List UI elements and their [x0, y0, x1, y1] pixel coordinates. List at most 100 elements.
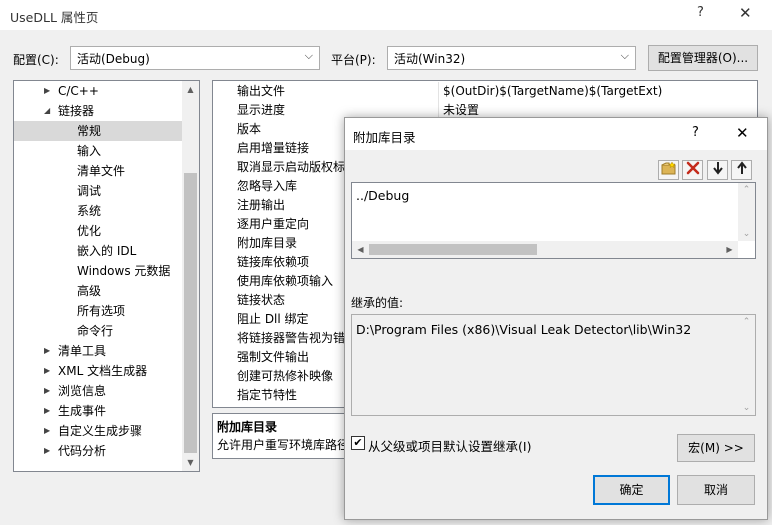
tree-expander-icon[interactable]: ▶ — [44, 361, 50, 381]
list-hscroll-thumb[interactable] — [369, 244, 537, 255]
scroll-down-icon[interactable]: ▼ — [182, 454, 199, 471]
checkmark-icon: ✔ — [353, 436, 363, 449]
property-name: 使用库依赖项输入 — [237, 274, 334, 288]
help-button[interactable]: ? — [697, 5, 704, 20]
tree-item[interactable]: 输入 — [14, 141, 182, 161]
property-row[interactable]: 输出文件 $(OutDir)$(TargetName)$(TargetExt) — [213, 82, 757, 101]
config-manager-button[interactable]: 配置管理器(O)... — [648, 45, 758, 71]
tree-item-label: 链接器 — [58, 104, 95, 118]
tree-item[interactable]: 系统 — [14, 201, 182, 221]
macro-button[interactable]: 宏(M) >> — [677, 434, 755, 462]
tree-item-label: 清单工具 — [58, 344, 107, 358]
scroll-right-icon[interactable]: ▶ — [721, 241, 738, 258]
tree-item[interactable]: 优化 — [14, 221, 182, 241]
tree-item[interactable]: 常规 — [14, 121, 182, 141]
dialog-help-button[interactable]: ? — [692, 125, 699, 140]
chevron-down-icon: ⌵ — [620, 49, 629, 62]
tree-item[interactable]: 嵌入的 IDL — [14, 241, 182, 261]
tree-item-label: XML 文档生成器 — [58, 364, 148, 378]
delete-button[interactable] — [682, 160, 703, 180]
property-name: 阻止 Dll 绑定 — [237, 312, 309, 326]
platform-label: 平台(P): — [331, 53, 376, 67]
window-title: UseDLL 属性页 — [10, 10, 99, 25]
directory-list[interactable]: ../Debug ⌃ ⌄ ◀ ▶ — [351, 182, 756, 259]
property-name: 强制文件输出 — [237, 350, 310, 364]
tree-scrollbar[interactable]: ▲ ▼ — [182, 81, 199, 471]
tree-item[interactable]: ▶ 清单工具 — [14, 341, 182, 361]
tree-expander-icon[interactable]: ▶ — [44, 401, 50, 421]
tree-expander-icon[interactable]: ▶ — [44, 81, 50, 101]
chevron-down-icon[interactable]: ⌄ — [738, 403, 755, 413]
description-heading: 附加库目录 — [217, 420, 278, 434]
ok-button[interactable]: 确定 — [593, 475, 670, 505]
column-divider — [438, 82, 439, 101]
platform-combo[interactable]: 活动(Win32) ⌵ — [387, 46, 636, 70]
tree-item-label: 代码分析 — [58, 444, 107, 458]
chevron-down-icon: ⌵ — [304, 49, 313, 62]
tree-expander-icon[interactable]: ▶ — [44, 441, 50, 461]
tree-expander-icon[interactable]: ▶ — [44, 381, 50, 401]
tree-item[interactable]: 清单文件 — [14, 161, 182, 181]
new-line-button[interactable] — [658, 160, 679, 180]
scroll-left-icon[interactable]: ◀ — [352, 241, 369, 258]
tree-item[interactable]: ▶ C/C++ — [14, 81, 182, 101]
tree-item[interactable]: ▶ 自定义生成步骤 — [14, 421, 182, 441]
tree-item-label: C/C++ — [58, 84, 99, 98]
inherit-checkbox-label[interactable]: 从父级或项目默认设置继承(I) — [368, 436, 531, 455]
description-text: 允许用户重写环境库路径 — [217, 438, 350, 452]
property-name: 版本 — [237, 122, 262, 136]
move-down-button[interactable] — [707, 160, 728, 180]
window-title-bar: UseDLL 属性页 ? ✕ — [0, 0, 772, 30]
move-up-icon — [736, 161, 747, 174]
tree-item[interactable]: ▶ 代码分析 — [14, 441, 182, 461]
tree-expander-icon[interactable]: ◢ — [44, 101, 50, 121]
tree-item-label: 常规 — [77, 124, 102, 138]
config-label: 配置(C): — [13, 53, 59, 67]
property-name: 忽略导入库 — [237, 179, 298, 193]
list-vscrollbar[interactable]: ⌃ ⌄ — [738, 183, 755, 241]
tree-item[interactable]: ▶ 生成事件 — [14, 401, 182, 421]
tree-item[interactable]: ◢ 链接器 — [14, 101, 182, 121]
list-hscrollbar[interactable]: ◀ ▶ — [352, 241, 738, 258]
inherited-vscrollbar[interactable]: ⌃ ⌄ — [738, 315, 755, 415]
cancel-button[interactable]: 取消 — [677, 475, 755, 505]
scroll-up-icon[interactable]: ▲ — [182, 81, 199, 98]
tree-item[interactable]: 高级 — [14, 281, 182, 301]
tree-item[interactable]: Windows 元数据 — [14, 261, 182, 281]
tree-expander-icon[interactable]: ▶ — [44, 421, 50, 441]
property-name: 输出文件 — [237, 84, 286, 98]
inherited-value: D:\Program Files (x86)\Visual Leak Detec… — [356, 322, 692, 337]
platform-value: 活动(Win32) — [394, 52, 466, 66]
tree-expander-icon[interactable]: ▶ — [44, 341, 50, 361]
tree-item-label: 系统 — [77, 204, 102, 218]
chevron-up-icon[interactable]: ⌃ — [738, 185, 755, 195]
property-name: 创建可热修补映像 — [237, 369, 334, 383]
library-directories-dialog: 附加库目录 ? ✕ ../Debug ⌃ ⌄ ◀ ▶ 继承的值: D:\Prog… — [344, 117, 768, 520]
tree-item[interactable]: ▶ 浏览信息 — [14, 381, 182, 401]
tree-item[interactable]: ▶ XML 文档生成器 — [14, 361, 182, 381]
inherited-values-label: 继承的值: — [351, 296, 404, 310]
property-name: 注册输出 — [237, 198, 286, 212]
move-down-icon — [712, 162, 723, 175]
tree-item-label: 调试 — [77, 184, 102, 198]
tree-scroll-thumb[interactable] — [184, 173, 197, 453]
tree-item-label: 高级 — [77, 284, 102, 298]
config-combo[interactable]: 活动(Debug) ⌵ — [70, 46, 320, 70]
property-name: 启用增量链接 — [237, 141, 310, 155]
tree-item-label: 清单文件 — [77, 164, 126, 178]
tree-item[interactable]: 所有选项 — [14, 301, 182, 321]
close-button[interactable]: ✕ — [739, 4, 752, 22]
chevron-up-icon[interactable]: ⌃ — [738, 317, 755, 327]
tree-item[interactable]: 命令行 — [14, 321, 182, 341]
move-up-button[interactable] — [731, 160, 752, 180]
inherit-checkbox[interactable]: ✔ — [351, 436, 365, 450]
tree-item[interactable]: 调试 — [14, 181, 182, 201]
directory-entry[interactable]: ../Debug — [356, 188, 409, 203]
property-value[interactable]: $(OutDir)$(TargetName)$(TargetExt) — [443, 82, 662, 101]
property-name: 指定节特性 — [237, 388, 298, 402]
property-name: 链接状态 — [237, 293, 286, 307]
dialog-title: 附加库目录 — [353, 130, 416, 145]
dialog-close-button[interactable]: ✕ — [736, 124, 749, 142]
tree-item-label: 浏览信息 — [58, 384, 107, 398]
chevron-down-icon[interactable]: ⌄ — [738, 229, 755, 239]
